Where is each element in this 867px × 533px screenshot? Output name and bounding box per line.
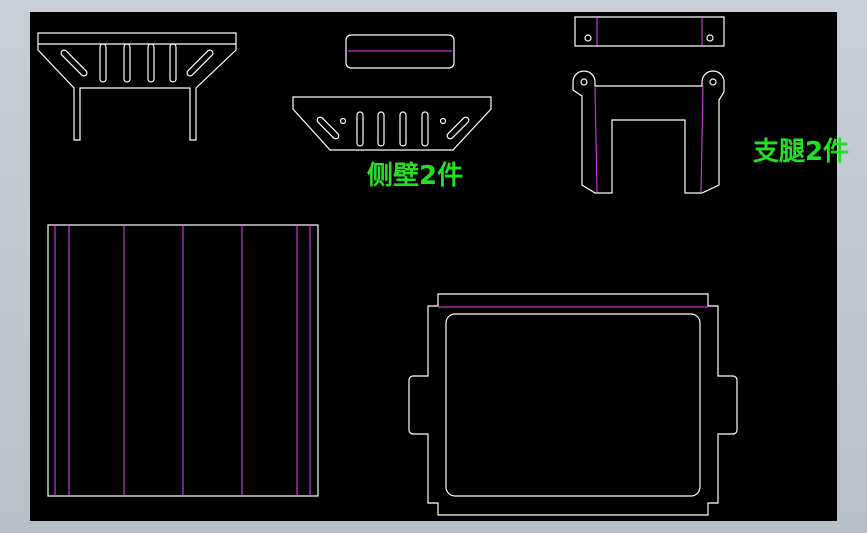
basket-front-view — [37, 32, 237, 141]
slot — [99, 43, 107, 83]
basket-front-outline — [37, 32, 237, 141]
slot — [147, 43, 155, 83]
hole — [706, 34, 714, 42]
slot — [421, 111, 429, 147]
tray-with-handles — [408, 293, 738, 516]
hole — [439, 117, 447, 125]
hole — [580, 78, 588, 86]
support-leg-flat: 支腿2件 — [572, 70, 849, 194]
support-leg-label: 支腿2件 — [753, 137, 849, 167]
slot — [123, 43, 131, 83]
hole — [339, 117, 347, 125]
slot — [169, 43, 177, 83]
angled-slot — [60, 49, 88, 77]
side-wall-flat: 侧壁2件 — [292, 96, 492, 191]
slot — [399, 111, 407, 147]
side-wall-outline — [292, 96, 492, 151]
side-wall-label: 侧壁2件 — [367, 160, 463, 191]
angled-slot — [316, 116, 340, 140]
tray-inner-outline — [445, 313, 701, 497]
angled-slot — [186, 49, 214, 77]
support-leg-top-view — [574, 16, 725, 47]
tray-outline — [408, 293, 738, 516]
slot — [356, 111, 364, 147]
fold-line — [700, 85, 704, 193]
basket-bottom-flat — [47, 224, 319, 497]
fold-line — [594, 85, 598, 193]
hole — [584, 34, 592, 42]
angled-slot — [446, 116, 470, 140]
slot — [377, 111, 385, 147]
hole — [709, 78, 717, 86]
cad-drawing: 侧壁2件 支腿2件 — [37, 16, 849, 516]
side-wall-top-view — [345, 34, 455, 69]
